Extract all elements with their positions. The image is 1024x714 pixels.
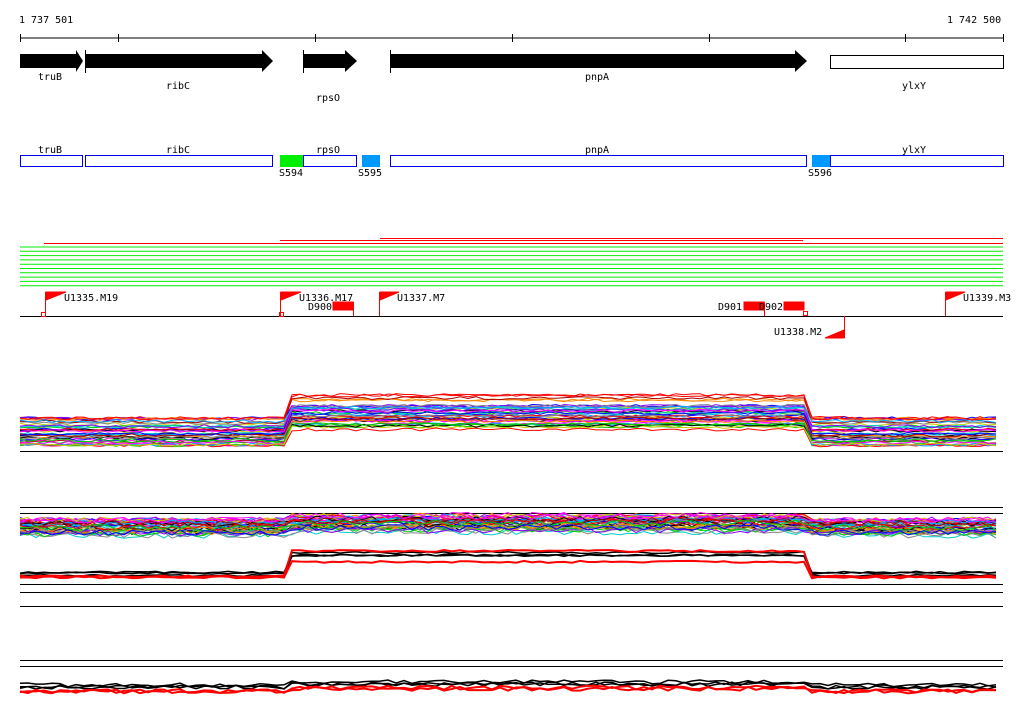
segment-S594[interactable] <box>280 155 303 167</box>
gene-label: pnpA <box>585 145 609 156</box>
flag-U1335.M19[interactable] <box>41 291 67 317</box>
ruler-start-label: 1 737 501 <box>19 15 73 26</box>
coordinate-ruler: 1 737 501 1 742 500 <box>19 15 1004 42</box>
gene-outline-track <box>20 155 1004 167</box>
feature-label: D901 <box>718 302 742 313</box>
gene-outline-truB[interactable] <box>20 155 83 167</box>
coverage-lines <box>20 238 1003 287</box>
gene-label: ribC <box>166 145 190 156</box>
segment-label: S595 <box>358 168 382 179</box>
expression-profiles <box>19 393 1003 695</box>
segment-S595[interactable] <box>362 155 380 167</box>
segment-label: S594 <box>279 168 303 179</box>
gene-arrow-pnpA[interactable] <box>391 50 807 72</box>
gene-outline-ylxY[interactable] <box>830 155 1004 167</box>
gene-label: truB <box>38 145 62 156</box>
gene-outline-rpsO[interactable] <box>303 155 357 167</box>
feature-label: U1335.M19 <box>64 293 118 304</box>
gene-label: rpsO <box>316 145 340 156</box>
gene-arrow-rpsO[interactable] <box>304 50 357 72</box>
segment-label: S596 <box>808 168 832 179</box>
feature-label: U1339.M3 <box>963 293 1011 304</box>
feature-label: D902 <box>759 302 783 313</box>
gene-label: ylxY <box>902 81 926 92</box>
feature-label: U1338.M2 <box>774 327 822 338</box>
gene-track: truB ribC rpsO pnpA ylxY <box>20 50 1004 104</box>
gene-arrow-ribC[interactable] <box>86 50 273 72</box>
flag-U1336.M17[interactable] <box>279 291 302 317</box>
deletion-D902[interactable] <box>783 301 805 311</box>
gene-label: rpsO <box>316 93 340 104</box>
feature-label: U1337.M7 <box>397 293 445 304</box>
gene-label: ylxY <box>902 145 926 156</box>
genome-browser: 1 737 501 1 742 500 truB ribC rpsO pnpA … <box>19 15 1011 695</box>
flag-U1338.M2[interactable] <box>824 316 845 339</box>
profile-line <box>19 553 997 574</box>
feature-label: D900 <box>308 302 332 313</box>
segment-S596[interactable] <box>812 155 830 167</box>
gene-label: pnpA <box>585 72 609 83</box>
gene-outline-ribC[interactable] <box>85 155 273 167</box>
gene-label: truB <box>38 72 62 83</box>
ruler-end-label: 1 742 500 <box>947 15 1001 26</box>
feature-track: U1335.M19 U1336.M17 D900 U1337.M7 D901 D… <box>20 291 1011 339</box>
gene-label: ribC <box>166 81 190 92</box>
gene-arrow-truB[interactable] <box>20 50 83 72</box>
gene-box-ylxY[interactable] <box>830 55 1004 69</box>
gene-outline-pnpA[interactable] <box>390 155 807 167</box>
outline-labels: truB ribC rpsO pnpA ylxY <box>38 145 926 156</box>
